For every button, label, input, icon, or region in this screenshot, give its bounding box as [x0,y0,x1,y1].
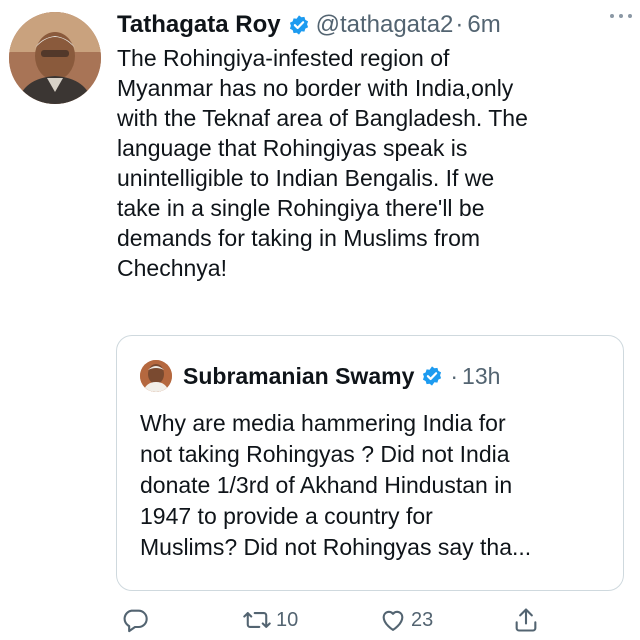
author-avatar[interactable] [9,12,101,104]
like-count: 23 [411,608,434,631]
heart-icon [379,606,407,634]
quoted-tweet-text: Why are media hammering India for not ta… [140,410,532,560]
tweet-header: Tathagata Roy @tathagata2 · 6m [117,9,630,41]
reply-button[interactable] [121,606,149,634]
author-handle[interactable]: @tathagata2 [316,10,454,40]
retweet-count: 10 [276,608,299,631]
reply-icon [121,606,149,634]
separator-dot: · [455,11,464,38]
separator-dot: · [450,362,459,389]
quoted-tweet[interactable]: Subramanian Swamy · 13h Why are media ha… [116,335,624,591]
share-button[interactable] [512,606,540,634]
retweet-button[interactable]: 10 [242,606,298,634]
quoted-tweet-header: Subramanian Swamy · 13h [140,360,613,392]
share-icon [512,606,540,634]
quoted-author-name: Subramanian Swamy [183,362,415,389]
tweet-text: The Rohingiya-infested region of Myanmar… [117,45,528,281]
retweet-icon [242,606,272,634]
like-button[interactable]: 23 [379,606,433,634]
more-options-icon[interactable] [606,6,636,26]
quoted-author-avatar [140,360,172,392]
tweet-time[interactable]: 6m [467,10,500,40]
quoted-tweet-time: 13h [462,362,501,389]
tweet-actions: 10 23 [100,600,640,640]
verified-badge-icon [288,14,310,36]
verified-badge-icon [421,365,443,387]
author-name[interactable]: Tathagata Roy [117,10,281,40]
